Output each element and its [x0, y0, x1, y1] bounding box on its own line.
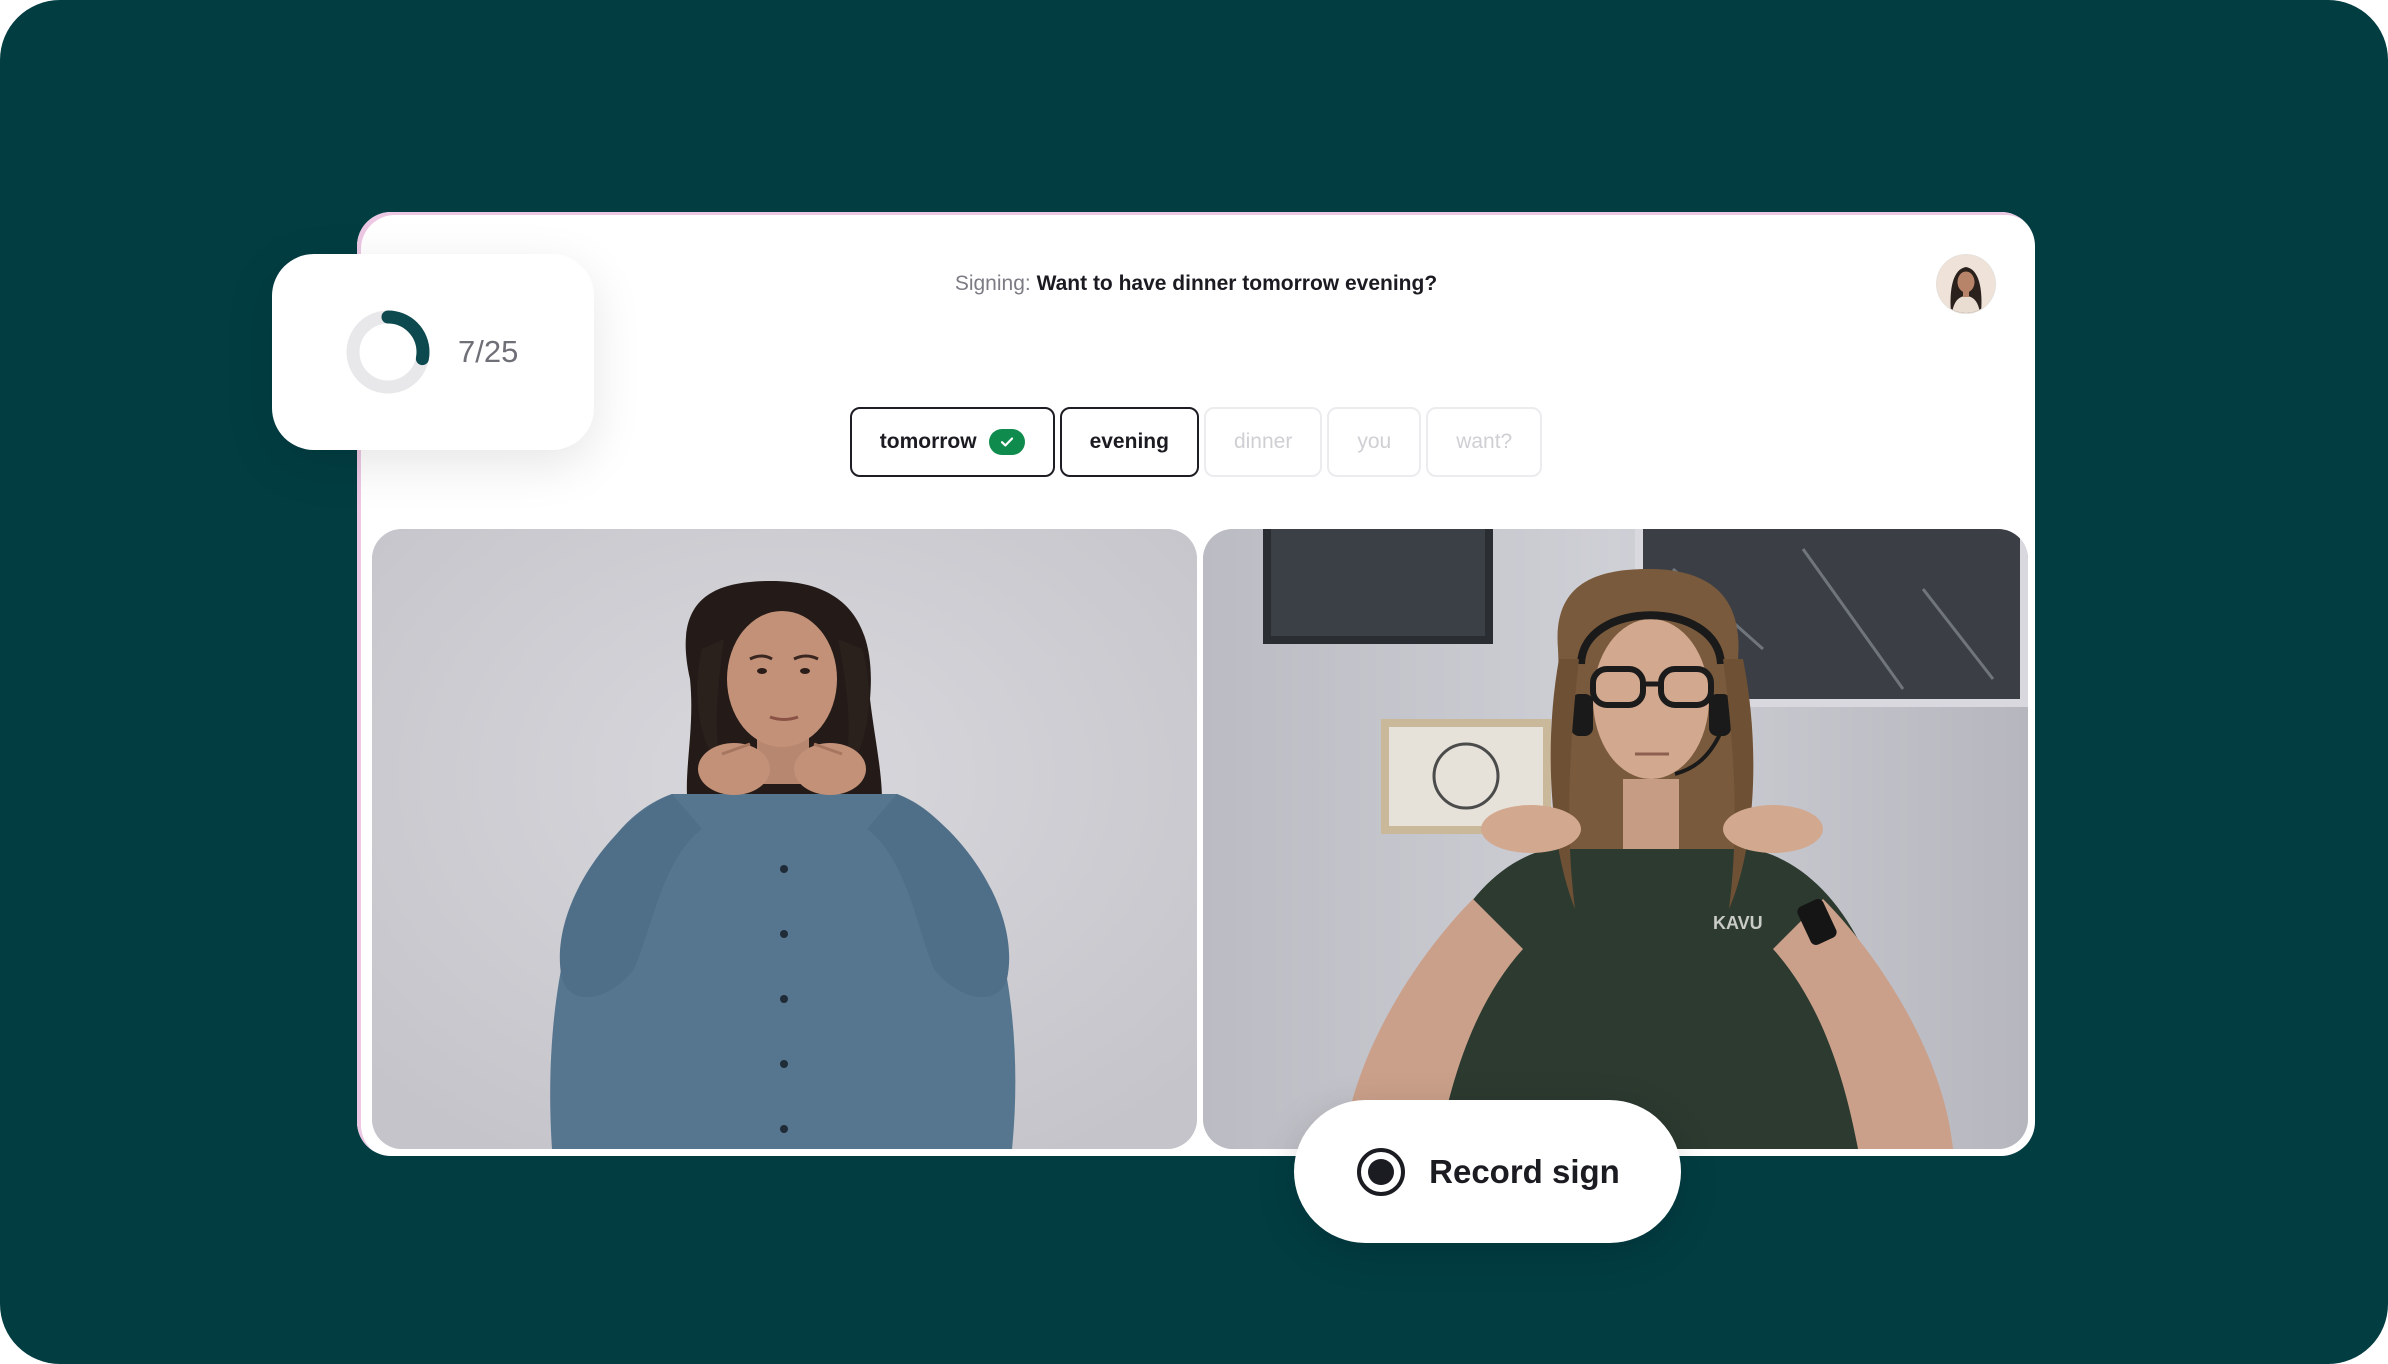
user-camera-video: KAVU	[1203, 529, 2028, 1149]
prompt-text: Want to have dinner tomorrow evening?	[1036, 272, 1438, 295]
word-chip-label: evening	[1089, 430, 1169, 453]
prompt-prefix: Signing:	[954, 272, 1031, 295]
user-camera-image: KAVU	[1203, 529, 2028, 1149]
progress-card: 7/25	[272, 254, 594, 450]
progress-ring	[346, 310, 430, 394]
reference-signer-image	[372, 529, 1197, 1149]
word-chip-evening[interactable]: evening	[1059, 407, 1199, 477]
word-chip-label: dinner	[1233, 430, 1293, 453]
record-sign-button[interactable]: Record sign	[1294, 1100, 1681, 1243]
word-chip-tomorrow[interactable]: tomorrow	[849, 407, 1055, 477]
word-chip-label: want?	[1456, 430, 1513, 453]
user-avatar-icon	[1937, 255, 1995, 313]
avatar[interactable]	[1937, 255, 1995, 313]
lesson-card: Signing: Want to have dinner tomorrow ev…	[357, 212, 2035, 1156]
word-chip-dinner[interactable]: dinner	[1203, 407, 1323, 477]
record-sign-label: Record sign	[1429, 1152, 1620, 1190]
signing-prompt: Signing: Want to have dinner tomorrow ev…	[357, 272, 2035, 296]
progress-count: 7/25	[458, 334, 519, 369]
word-chip-want[interactable]: want?	[1426, 407, 1543, 477]
word-chips: tomorrow evening dinner you want?	[357, 407, 2035, 477]
word-chip-label: tomorrow	[879, 430, 977, 453]
reference-video	[372, 529, 1197, 1149]
record-icon	[1357, 1147, 1406, 1196]
app-stage: Signing: Want to have dinner tomorrow ev…	[0, 0, 2388, 1364]
shirt-logo: KAVU	[1713, 913, 1763, 933]
word-chip-you[interactable]: you	[1327, 407, 1422, 477]
word-chip-label: you	[1357, 430, 1392, 453]
check-icon	[988, 429, 1025, 455]
